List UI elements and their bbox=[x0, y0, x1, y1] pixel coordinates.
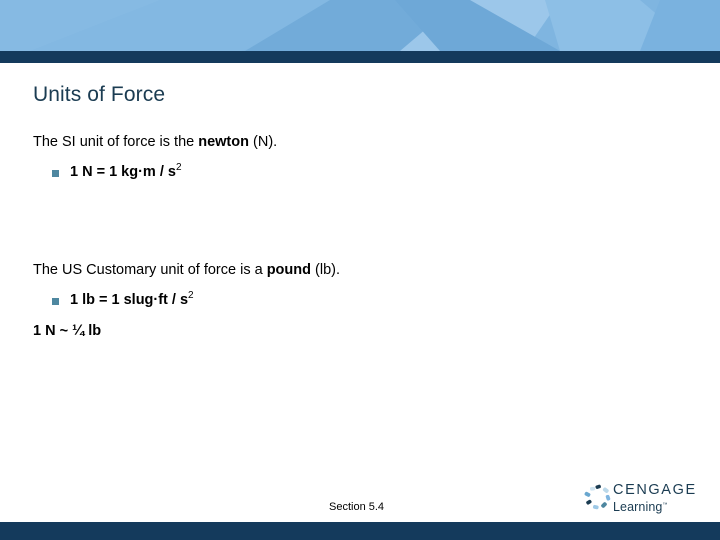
list-item: 1 lb = 1 slug·ft / s2 bbox=[33, 290, 673, 311]
paragraph-si-unit-post: (N). bbox=[248, 134, 278, 150]
cengage-learning-sub: Learning™ bbox=[613, 498, 691, 514]
trademark-symbol: ™ bbox=[662, 502, 668, 508]
cengage-learning-word: Learning bbox=[613, 500, 663, 515]
section-label: Section 5.4 bbox=[329, 501, 385, 513]
slide: Units of Force The SI unit of force is t… bbox=[0, 0, 720, 540]
list-item: 1 N = 1 kg·m / s2 bbox=[33, 162, 673, 183]
square-bullet-icon bbox=[52, 170, 59, 177]
list-item-superscript: 2 bbox=[188, 290, 194, 302]
header-decoration-band bbox=[0, 0, 720, 51]
approximation-note: 1 N ~ ¼ lb bbox=[33, 323, 102, 339]
list-item-superscript: 2 bbox=[175, 162, 182, 174]
cengage-swirl-icon bbox=[584, 484, 611, 510]
paragraph-si-unit: The SI unit of force is the newton (N). bbox=[33, 132, 673, 152]
cengage-logo-text: CENGAGE Learning™ bbox=[613, 482, 697, 515]
header-navy-rule bbox=[0, 51, 720, 63]
paragraph-us-unit: The US Customary unit of force is a poun… bbox=[33, 260, 673, 280]
list-item-main: 1 N = 1 kg·m / s bbox=[70, 164, 176, 180]
paragraph-us-unit-post: (lb). bbox=[311, 262, 340, 278]
list-item-label: 1 lb = 1 slug·ft / s2 bbox=[70, 290, 194, 311]
slide-body: The SI unit of force is the newton (N). … bbox=[33, 132, 673, 341]
page-title: Units of Force bbox=[33, 83, 166, 106]
square-bullet-icon bbox=[52, 298, 59, 305]
list-item-label: 1 N = 1 kg·m / s2 bbox=[70, 162, 182, 183]
header-polygons bbox=[0, 0, 720, 51]
paragraph-si-unit-pre: The SI unit of force is the bbox=[33, 134, 199, 150]
cengage-learning-logo: CENGAGE Learning™ bbox=[583, 482, 697, 516]
footer-navy-bar bbox=[0, 522, 720, 540]
paragraph-us-unit-pre: The US Customary unit of force is a bbox=[33, 262, 267, 278]
list-item-main: 1 lb = 1 slug·ft / s bbox=[70, 292, 189, 308]
paragraph-us-unit-bold: pound bbox=[266, 262, 311, 278]
cengage-wordmark: CENGAGE bbox=[613, 482, 697, 498]
paragraph-si-unit-bold: newton bbox=[198, 134, 249, 150]
